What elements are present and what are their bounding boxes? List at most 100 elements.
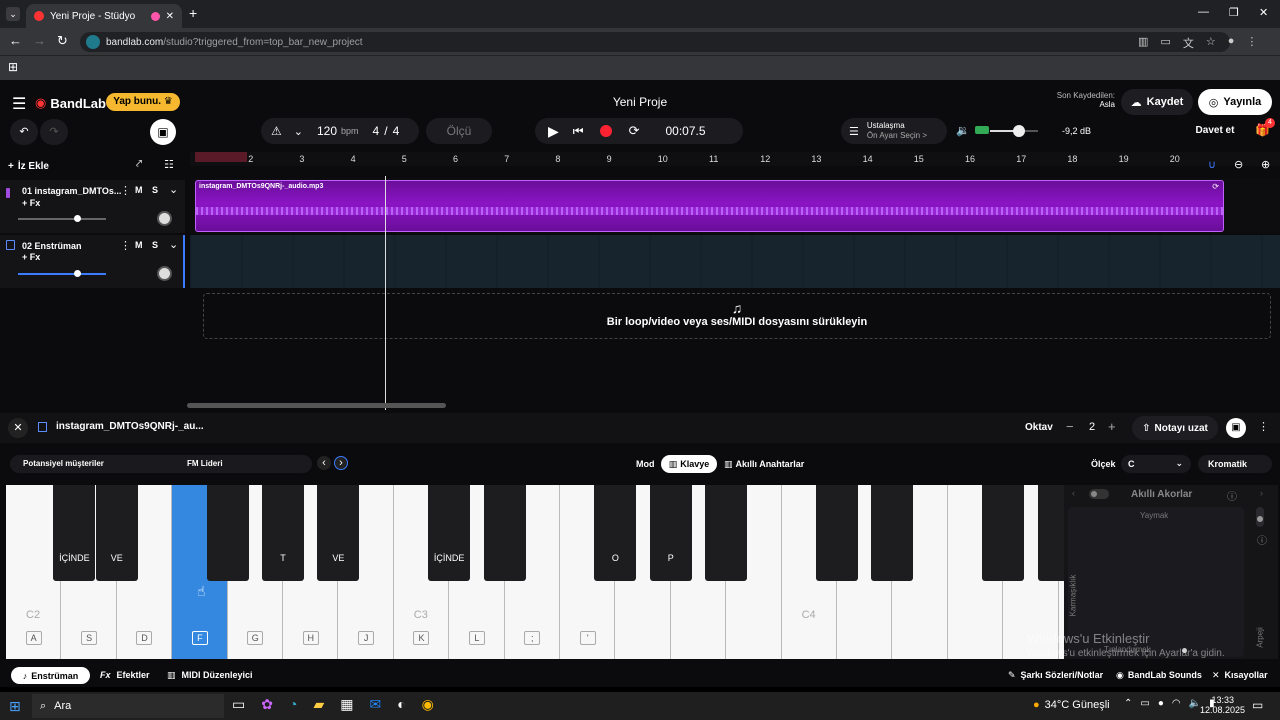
- tab-lyrics[interactable]: ✎ Şarkı Sözleri/Notlar: [1008, 670, 1103, 681]
- zoom-in-icon[interactable]: ⊕: [1261, 158, 1270, 171]
- arpeggio-info-icon[interactable]: ⓘ: [1257, 532, 1267, 547]
- snap-magnet-icon[interactable]: ∪: [1208, 158, 1216, 171]
- automation-icon[interactable]: ⤤: [136, 158, 142, 171]
- file-explorer-icon[interactable]: ▰: [313, 696, 324, 713]
- back-icon[interactable]: ←: [9, 33, 22, 48]
- mute-button-2[interactable]: M: [135, 240, 143, 250]
- chords-info-icon[interactable]: ⓘ: [1227, 488, 1237, 503]
- tab-midi-editor[interactable]: ▥ MIDI Düzenleyici: [167, 670, 253, 681]
- fx-button-2[interactable]: + Fx: [22, 252, 40, 262]
- mode-keyboard-tab[interactable]: ▥ Klavye: [661, 455, 717, 473]
- piano-black-key[interactable]: [206, 485, 249, 581]
- invite-button[interactable]: Davet et: [1188, 119, 1242, 143]
- loop-icon[interactable]: ⟳: [629, 123, 640, 139]
- track-volume-slider-1[interactable]: [18, 215, 106, 222]
- pan-knob-1[interactable]: [157, 211, 172, 226]
- piano-black-key[interactable]: [816, 485, 858, 581]
- zoom-out-icon[interactable]: ⊖: [1234, 158, 1243, 171]
- close-editor-icon[interactable]: ✕: [8, 418, 28, 438]
- store-icon[interactable]: ▦: [340, 696, 353, 713]
- close-tab-icon[interactable]: ✕: [166, 11, 174, 22]
- fx-button-1[interactable]: + Fx: [22, 198, 40, 208]
- extend-note-button[interactable]: ⇧ Notayı uzat: [1132, 416, 1218, 440]
- tab-instrument[interactable]: ♪ Enstrüman: [11, 667, 90, 684]
- track-header-2[interactable]: 02 Enstrüman ⋮ M S ⌄ + Fx: [0, 235, 185, 288]
- publish-button[interactable]: ◎ Yayınla: [1198, 89, 1272, 115]
- save-button[interactable]: ☁ Kaydet: [1121, 89, 1193, 115]
- piano-black-key[interactable]: [871, 485, 914, 581]
- task-view-icon[interactable]: ▭: [232, 696, 245, 713]
- track-volume-slider-2[interactable]: [18, 270, 106, 277]
- menu-dots-icon[interactable]: ⋮: [1246, 35, 1257, 51]
- arpeggio-scroll-thumb[interactable]: [1257, 516, 1263, 522]
- master-volume-slider[interactable]: [990, 125, 1038, 137]
- bookmark-star-icon[interactable]: ☆: [1206, 35, 1216, 51]
- timeline-ruler[interactable]: 1234567891011121314151617181920: [190, 152, 1280, 166]
- apps-grid-icon[interactable]: ⊞: [8, 60, 18, 74]
- chords-prev-icon[interactable]: ‹: [1072, 488, 1075, 498]
- app-icon[interactable]: ◐: [397, 696, 405, 713]
- site-info-icon[interactable]: [86, 35, 100, 49]
- tab-shortcuts[interactable]: ✕ Kısayollar: [1212, 670, 1268, 681]
- track-settings-icon[interactable]: ☷: [164, 158, 174, 171]
- octave-decrease-button[interactable]: −: [1066, 419, 1074, 434]
- solo-button-1[interactable]: S: [152, 185, 158, 195]
- piano-black-key[interactable]: VE: [95, 485, 138, 581]
- pan-knob-2[interactable]: [157, 266, 172, 281]
- track-menu-icon-1[interactable]: ⋮: [120, 184, 131, 197]
- redo-button[interactable]: ↷: [40, 119, 68, 145]
- windows-start-icon[interactable]: ⊞: [9, 698, 21, 715]
- speaker-icon[interactable]: 🔉: [956, 124, 970, 137]
- piano-black-key[interactable]: İÇİNDE: [428, 485, 471, 581]
- loop-region[interactable]: [195, 152, 247, 162]
- octave-increase-button[interactable]: +: [1108, 419, 1116, 434]
- solo-button-2[interactable]: S: [152, 240, 158, 250]
- bpm-value[interactable]: 120: [317, 124, 337, 138]
- chromatic-dropdown[interactable]: Kromatik: [1198, 455, 1272, 473]
- measure-button[interactable]: Ölçü: [426, 118, 492, 144]
- metronome-dropdown-icon[interactable]: ⌄: [294, 125, 303, 138]
- playhead[interactable]: [385, 176, 386, 410]
- notifications-icon[interactable]: ▭: [1252, 698, 1263, 712]
- reading-mode-icon[interactable]: ▥: [1138, 35, 1148, 51]
- tray-chevron-icon[interactable]: ⌃: [1124, 698, 1132, 709]
- tab-list-icon[interactable]: ⌄: [6, 7, 20, 21]
- audio-clip[interactable]: instagram_DMTOs9QNRj-_audio.mp3 ⟳: [195, 180, 1224, 232]
- mic-icon[interactable]: ●: [1158, 698, 1164, 709]
- record-icon[interactable]: [599, 125, 612, 137]
- project-title[interactable]: Yeni Proje: [600, 95, 680, 109]
- arpeggio-scroll-track[interactable]: [1256, 507, 1264, 527]
- metronome-icon[interactable]: ⚠: [271, 124, 282, 138]
- piano-black-key[interactable]: İÇİNDE: [53, 485, 96, 581]
- restore-icon[interactable]: ❐: [1229, 6, 1239, 19]
- track-volume-knob-2[interactable]: [74, 270, 82, 277]
- mastering-button[interactable]: ☰ Ustalaşma Ön Ayarı Seçin >: [841, 118, 947, 144]
- piano-black-key[interactable]: [982, 485, 1025, 581]
- outlook-icon[interactable]: ✉: [369, 696, 381, 713]
- copilot-icon[interactable]: ✿: [261, 696, 273, 713]
- upgrade-button[interactable]: Yap bunu. ♛: [106, 93, 180, 111]
- chords-next-icon[interactable]: ›: [1260, 488, 1263, 498]
- drop-zone[interactable]: ♫ Bir loop/video veya ses/MIDI dosyasını…: [203, 293, 1271, 339]
- browser-tab[interactable]: Yeni Proje - Stüdyo ✕: [26, 4, 182, 28]
- track-lane-2[interactable]: [190, 235, 1280, 288]
- horizontal-scrollbar[interactable]: [187, 403, 446, 408]
- piano-black-key[interactable]: T: [262, 485, 304, 581]
- new-tab-icon[interactable]: +: [189, 5, 197, 21]
- editor-menu-icon[interactable]: ⋮: [1258, 420, 1269, 433]
- chords-toggle[interactable]: [1089, 489, 1109, 499]
- bandlab-logo[interactable]: ◉ BandLab: [35, 95, 106, 111]
- close-window-icon[interactable]: ✕: [1259, 6, 1268, 19]
- taskbar-search[interactable]: ⌕ Ara: [32, 694, 224, 718]
- preset-selector[interactable]: Potansiyel müşteriler FM Lideri: [10, 455, 312, 473]
- edge-icon[interactable]: ◔: [289, 696, 297, 713]
- piano-black-key[interactable]: O: [594, 485, 637, 581]
- piano-black-key[interactable]: [483, 485, 526, 581]
- track-name-2[interactable]: 02 Enstrüman: [22, 241, 82, 251]
- expand-icon-1[interactable]: ⌄: [169, 183, 178, 196]
- clock[interactable]: 13:33 12.08.2025: [1200, 695, 1245, 715]
- forward-icon[interactable]: →: [33, 33, 46, 48]
- piano-black-key[interactable]: P: [649, 485, 692, 581]
- track-header-1[interactable]: 01 instagram_DMTOs... ⋮ M S ⌄ + Fx: [0, 180, 185, 233]
- url-field[interactable]: bandlab.com/studio?triggered_from=top_ba…: [80, 32, 1230, 52]
